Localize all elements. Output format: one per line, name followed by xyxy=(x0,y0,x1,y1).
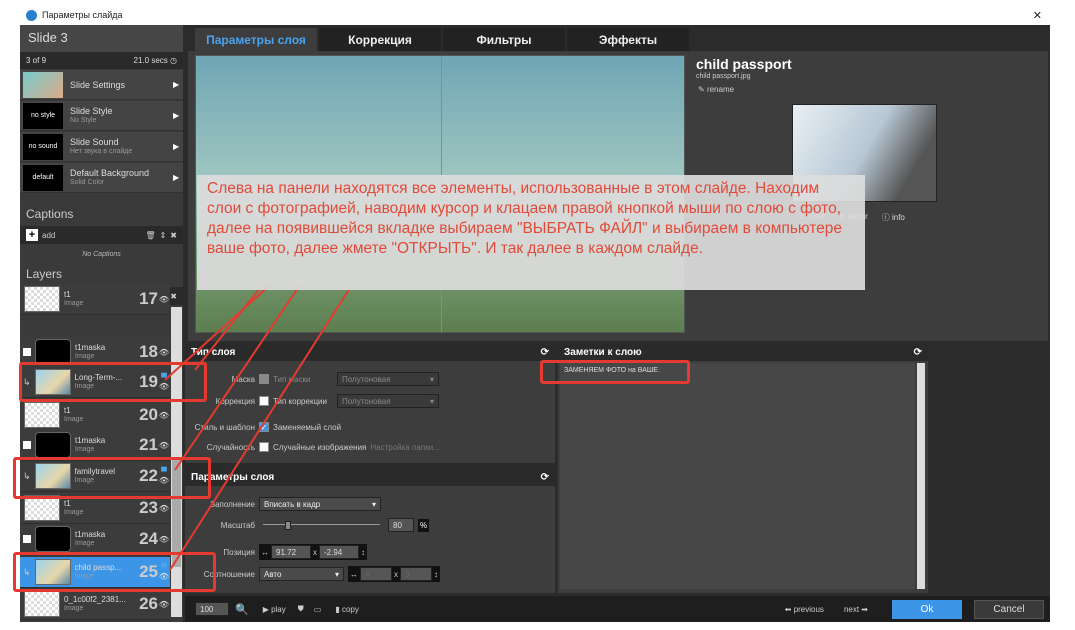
annotation-arrow xyxy=(169,287,351,571)
highlight-layer-25 xyxy=(13,552,216,592)
highlight-layer-19 xyxy=(19,362,207,402)
highlight-notes xyxy=(540,360,690,384)
annotation-arrows xyxy=(164,284,351,571)
highlight-layer-22 xyxy=(13,457,211,499)
annotation-note: Слева на панели находятся все элементы, … xyxy=(197,175,865,290)
